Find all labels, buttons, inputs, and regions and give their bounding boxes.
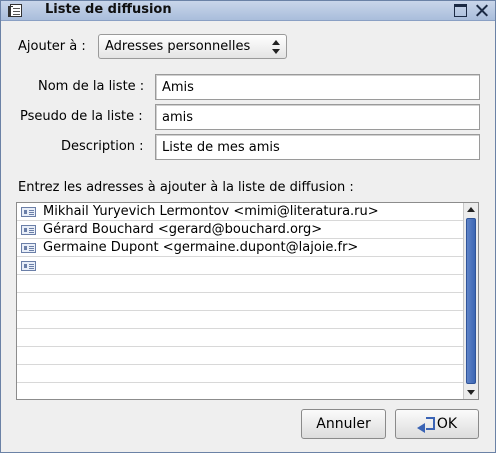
list-item[interactable]: Gérard Bouchard <gerard@bouchard.org> <box>17 221 463 239</box>
cancel-button-label: Annuler <box>316 416 371 432</box>
maximize-icon[interactable] <box>454 4 467 17</box>
scrollbar-thumb[interactable] <box>466 218 476 384</box>
vertical-scrollbar[interactable] <box>463 203 478 399</box>
list-item[interactable]: Germaine Dupont <germaine.dupont@lajoie.… <box>17 239 463 257</box>
close-icon[interactable] <box>475 4 488 17</box>
address-list[interactable]: Mikhail Yuryevich Lermontov <mimi@litera… <box>16 202 479 400</box>
addresses-heading: Entrez les adresses à ajouter à la liste… <box>18 180 354 195</box>
add-to-label: Ajouter à : <box>18 39 86 54</box>
list-item-text: Mikhail Yuryevich Lermontov <mimi@litera… <box>43 204 379 219</box>
scroll-up-arrow-icon[interactable] <box>464 203 478 216</box>
ok-button[interactable]: OK <box>395 409 479 439</box>
mailing-list-dialog: Liste de diffusion Ajouter à : Adresses … <box>0 0 496 453</box>
empty-row <box>17 383 463 399</box>
ok-button-label: OK <box>436 416 458 432</box>
description-field[interactable]: Liste de mes amis <box>155 134 480 160</box>
list-name-value: Amis <box>162 80 194 95</box>
list-name-field[interactable]: Amis <box>155 74 480 100</box>
contact-card-icon <box>21 225 36 235</box>
contact-card-icon <box>21 243 36 253</box>
address-book-icon <box>8 4 22 17</box>
list-alias-value: amis <box>162 110 194 125</box>
contact-card-icon <box>21 261 36 271</box>
empty-row <box>17 365 463 383</box>
list-item-text: Germaine Dupont <germaine.dupont@lajoie.… <box>43 240 359 255</box>
description-label: Description : <box>61 139 144 154</box>
list-alias-field[interactable]: amis <box>155 104 480 130</box>
empty-row <box>17 347 463 365</box>
empty-row <box>17 275 463 293</box>
contact-card-icon <box>21 207 36 217</box>
list-item[interactable]: Mikhail Yuryevich Lermontov <mimi@litera… <box>17 203 463 221</box>
scroll-down-arrow-icon[interactable] <box>464 386 478 399</box>
empty-row <box>17 311 463 329</box>
title-bar[interactable]: Liste de diffusion <box>1 1 495 21</box>
cancel-button[interactable]: Annuler <box>301 409 386 439</box>
updown-arrows-icon <box>272 40 281 54</box>
list-alias-label: Pseudo de la liste : <box>20 109 143 124</box>
list-item-empty[interactable] <box>17 257 463 275</box>
address-book-select-value: Adresses personnelles <box>105 39 251 54</box>
list-item-text: Gérard Bouchard <gerard@bouchard.org> <box>43 222 323 237</box>
list-name-label: Nom de la liste : <box>38 79 145 94</box>
address-book-select[interactable]: Adresses personnelles <box>98 34 287 59</box>
empty-row <box>17 293 463 311</box>
window-title: Liste de diffusion <box>45 2 172 17</box>
description-value: Liste de mes amis <box>162 140 280 155</box>
enter-arrow-icon <box>416 417 435 433</box>
empty-row <box>17 329 463 347</box>
